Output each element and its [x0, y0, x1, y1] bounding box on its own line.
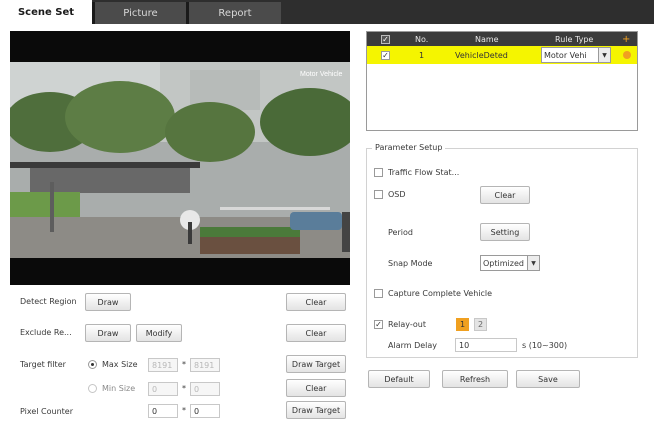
capture-complete-checkbox[interactable]	[374, 289, 383, 298]
alarm-delay-label: Alarm Delay	[388, 341, 438, 350]
max-size-radio[interactable]	[88, 360, 97, 369]
min-size-times: *	[182, 384, 186, 393]
max-size-width-input[interactable]: 8191	[148, 358, 178, 372]
video-overlay-text: Motor Vehicle	[300, 71, 343, 78]
rule-table: ✓ No. Name Rule Type + ✓ 1 VehicleDeted …	[366, 31, 638, 131]
row-name: VehicleDeted	[455, 50, 508, 60]
tab-report[interactable]: Report	[189, 2, 281, 24]
relay-out-checkbox[interactable]: ✓	[374, 320, 383, 329]
detect-region-draw-button[interactable]: Draw	[85, 293, 131, 311]
target-filter-label: Target filter	[20, 360, 66, 369]
osd-checkbox[interactable]	[374, 190, 383, 199]
snap-mode-select[interactable]: Optimized ▼	[480, 255, 540, 271]
traffic-flow-label: Traffic Flow Stat...	[388, 168, 460, 177]
detect-region-clear-button[interactable]: Clear	[286, 293, 346, 311]
header-rule-type: Rule Type	[555, 34, 594, 44]
rule-table-header: ✓ No. Name Rule Type +	[367, 32, 637, 46]
header-check-icon[interactable]: ✓	[381, 32, 390, 46]
min-size-height-input[interactable]: 0	[190, 382, 220, 396]
target-filter-clear-button[interactable]: Clear	[286, 379, 346, 397]
camera-scene-image: Motor Vehicle	[10, 62, 350, 258]
min-size-width-input[interactable]: 0	[148, 382, 178, 396]
capture-complete-label: Capture Complete Vehicle	[388, 289, 493, 298]
parameter-setup-legend: Parameter Setup	[372, 143, 446, 152]
draw-target-button[interactable]: Draw Target	[286, 355, 346, 373]
tab-scene-set[interactable]: Scene Set	[0, 0, 92, 24]
pixel-counter-width-input[interactable]: 0	[148, 404, 178, 418]
rule-type-select[interactable]: Motor Vehi ▼	[541, 47, 611, 63]
max-size-label: Max Size	[102, 360, 138, 369]
save-button[interactable]: Save	[516, 370, 580, 388]
row-checkbox[interactable]: ✓	[381, 46, 390, 64]
exclude-region-label: Exclude Re...	[20, 328, 72, 337]
relay-out-label: Relay-out	[388, 320, 426, 329]
tab-bar: Scene Set Picture Report	[0, 0, 654, 24]
pixel-counter-draw-target-button[interactable]: Draw Target	[286, 401, 346, 419]
rule-status-icon[interactable]	[623, 46, 631, 64]
video-preview[interactable]: Motor Vehicle	[10, 31, 350, 285]
table-row[interactable]: ✓ 1 VehicleDeted Motor Vehi ▼	[367, 46, 637, 64]
chevron-down-icon: ▼	[527, 256, 539, 270]
refresh-button[interactable]: Refresh	[442, 370, 508, 388]
header-name: Name	[475, 34, 499, 44]
alarm-delay-unit: s (10~300)	[522, 341, 568, 350]
osd-label: OSD	[388, 190, 406, 199]
traffic-flow-checkbox[interactable]	[374, 168, 383, 177]
pixel-counter-times: *	[182, 406, 186, 415]
relay-out-option-2[interactable]: 2	[474, 318, 487, 331]
detect-region-label: Detect Region	[20, 297, 77, 306]
osd-clear-button[interactable]: Clear	[480, 186, 530, 204]
row-no: 1	[419, 50, 425, 60]
period-label: Period	[388, 228, 413, 237]
header-no: No.	[415, 34, 429, 44]
min-size-label: Min Size	[102, 384, 136, 393]
exclude-region-modify-button[interactable]: Modify	[136, 324, 182, 342]
snap-mode-label: Snap Mode	[388, 259, 433, 268]
add-rule-icon[interactable]: +	[622, 32, 630, 46]
max-size-times: *	[182, 360, 186, 369]
min-size-radio[interactable]	[88, 384, 97, 393]
relay-out-option-1[interactable]: 1	[456, 318, 469, 331]
alarm-delay-input[interactable]: 10	[455, 338, 517, 352]
exclude-region-draw-button[interactable]: Draw	[85, 324, 131, 342]
tab-picture[interactable]: Picture	[95, 2, 186, 24]
period-setting-button[interactable]: Setting	[480, 223, 530, 241]
default-button[interactable]: Default	[368, 370, 430, 388]
pixel-counter-label: Pixel Counter	[20, 407, 74, 416]
max-size-height-input[interactable]: 8191	[190, 358, 220, 372]
exclude-region-clear-button[interactable]: Clear	[286, 324, 346, 342]
pixel-counter-height-input[interactable]: 0	[190, 404, 220, 418]
chevron-down-icon: ▼	[598, 48, 610, 62]
